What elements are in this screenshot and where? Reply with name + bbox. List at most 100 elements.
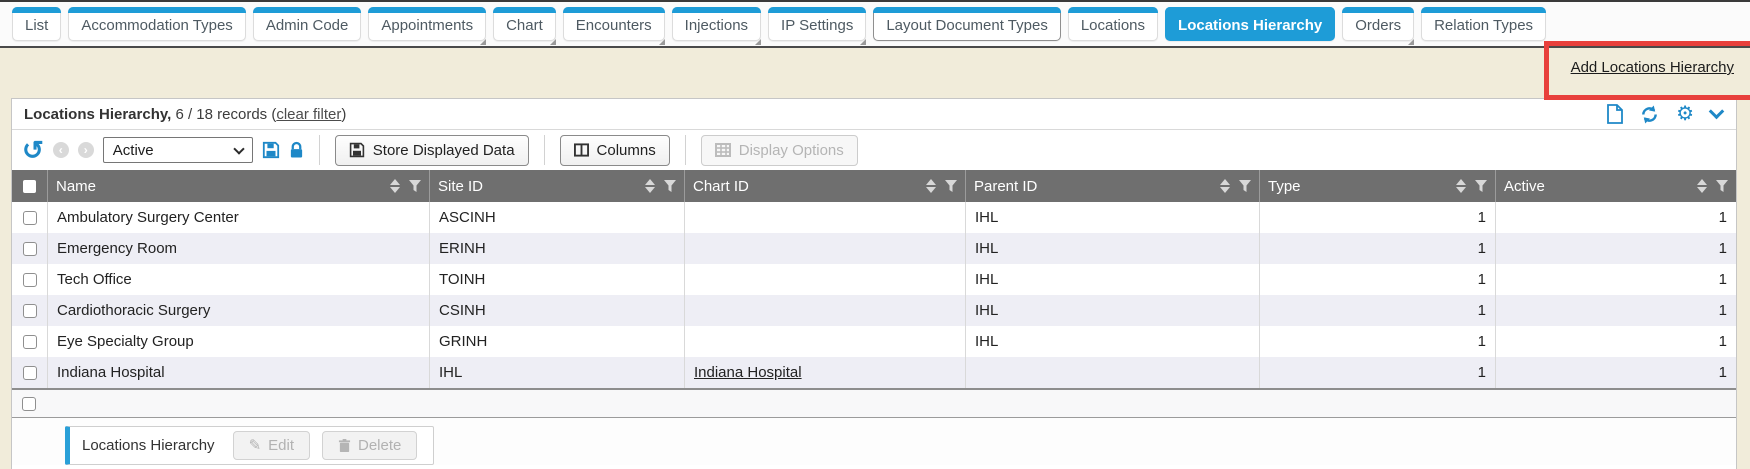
cell-name: Eye Specialty Group <box>48 326 430 357</box>
cell-name: Cardiothoracic Surgery <box>48 295 430 326</box>
cell-name: Indiana Hospital <box>48 357 430 388</box>
tab-locations-hierarchy[interactable]: Locations Hierarchy <box>1165 7 1335 41</box>
tab-encounters[interactable]: Encounters <box>563 7 665 41</box>
filter-funnel-icon[interactable] <box>945 180 957 192</box>
sort-icon[interactable] <box>1456 179 1466 193</box>
next-page-button[interactable]: › <box>78 142 94 158</box>
add-locations-hierarchy-link[interactable]: Add Locations Hierarchy <box>1571 59 1734 76</box>
table-row[interactable]: Eye Specialty Group GRINH IHL 1 1 <box>12 326 1736 357</box>
grid-icon <box>715 143 731 157</box>
table-row[interactable]: Cardiothoracic Surgery CSINH IHL 1 1 <box>12 295 1736 326</box>
previous-page-button[interactable]: ‹ <box>53 142 69 158</box>
tab-label: List <box>25 17 48 34</box>
tab-label: Admin Code <box>266 17 349 34</box>
column-header-site-id[interactable]: Site ID <box>430 170 685 202</box>
cell-chart-id <box>685 326 966 357</box>
submenu-caret-icon <box>860 39 866 45</box>
store-displayed-data-button[interactable]: Store Displayed Data <box>335 135 529 166</box>
cell-parent-id <box>966 357 1260 388</box>
delete-button[interactable]: Delete <box>322 431 417 460</box>
new-record-icon[interactable] <box>1607 104 1623 124</box>
cell-active: 1 <box>1496 233 1736 264</box>
column-header-parent-id[interactable]: Parent ID <box>966 170 1260 202</box>
cell-type: 1 <box>1260 357 1496 388</box>
chevron-down-icon <box>233 143 244 154</box>
row-checkbox[interactable] <box>23 211 37 225</box>
tab-ip-settings[interactable]: IP Settings <box>768 7 866 41</box>
cell-name: Ambulatory Surgery Center <box>48 202 430 233</box>
select-all-checkbox[interactable] <box>23 180 36 193</box>
filter-funnel-icon[interactable] <box>1475 180 1487 192</box>
tab-orders[interactable]: Orders <box>1342 7 1414 41</box>
table-row[interactable]: Tech Office TOINH IHL 1 1 <box>12 264 1736 295</box>
gear-icon[interactable]: ⚙ <box>1676 104 1694 124</box>
chart-id-link[interactable]: Indiana Hospital <box>694 364 802 381</box>
tab-layout-document-types[interactable]: Layout Document Types <box>873 7 1060 41</box>
row-checkbox[interactable] <box>23 242 37 256</box>
undo-icon[interactable]: ↺ <box>22 139 44 161</box>
toolbar-divider <box>319 135 320 165</box>
columns-icon <box>574 143 589 157</box>
sort-icon[interactable] <box>1220 179 1230 193</box>
sort-icon[interactable] <box>1697 179 1707 193</box>
collapse-panel-icon[interactable] <box>1711 111 1722 117</box>
display-options-button[interactable]: Display Options <box>701 135 858 166</box>
row-checkbox[interactable] <box>23 304 37 318</box>
save-icon <box>349 142 365 158</box>
selection-bar-title: Locations Hierarchy <box>82 437 215 454</box>
filter-funnel-icon[interactable] <box>1716 180 1728 192</box>
cell-name: Tech Office <box>48 264 430 295</box>
table-row[interactable]: Emergency Room ERINH IHL 1 1 <box>12 233 1736 264</box>
submenu-caret-icon <box>550 39 556 45</box>
table-row[interactable]: Indiana Hospital IHL Indiana Hospital 1 … <box>12 357 1736 388</box>
tab-label: Relation Types <box>1434 17 1533 34</box>
tab-locations[interactable]: Locations <box>1068 7 1158 41</box>
tab-appointments[interactable]: Appointments <box>368 7 486 41</box>
filter-funnel-icon[interactable] <box>664 180 676 192</box>
tab-relation-types[interactable]: Relation Types <box>1421 7 1546 41</box>
sort-icon[interactable] <box>645 179 655 193</box>
sort-icon[interactable] <box>926 179 936 193</box>
lock-icon[interactable] <box>289 141 304 159</box>
select-all-cell <box>12 170 48 202</box>
tab-label: Appointments <box>381 17 473 34</box>
tab-chart[interactable]: Chart <box>493 7 556 41</box>
column-header-active[interactable]: Active <box>1496 170 1736 202</box>
footer-checkbox[interactable] <box>22 397 36 411</box>
page: List Accommodation Types Admin Code Appo… <box>0 0 1750 469</box>
cell-site-id: TOINH <box>430 264 685 295</box>
tab-list[interactable]: List <box>12 7 61 41</box>
panel-header-icons: ⚙ <box>1607 104 1722 124</box>
cell-parent-id: IHL <box>966 202 1260 233</box>
column-header-type[interactable]: Type <box>1260 170 1496 202</box>
cell-type: 1 <box>1260 264 1496 295</box>
table-row[interactable]: Ambulatory Surgery Center ASCINH IHL 1 1 <box>12 202 1736 233</box>
tab-accommodation-types[interactable]: Accommodation Types <box>68 7 245 41</box>
column-header-chart-id[interactable]: Chart ID <box>685 170 966 202</box>
row-checkbox[interactable] <box>23 366 37 380</box>
save-view-icon[interactable] <box>262 141 280 159</box>
submenu-caret-icon <box>659 39 665 45</box>
tab-label: Layout Document Types <box>886 17 1047 34</box>
cell-name: Emergency Room <box>48 233 430 264</box>
row-checkbox[interactable] <box>23 335 37 349</box>
tab-admin-code[interactable]: Admin Code <box>253 7 362 41</box>
edit-button[interactable]: ✎ Edit <box>233 431 310 460</box>
refresh-icon[interactable] <box>1640 105 1659 124</box>
columns-button[interactable]: Columns <box>560 135 670 166</box>
clear-filter-link[interactable]: clear filter <box>276 106 341 123</box>
table-header-row: Name Site ID Chart ID Parent ID Type Act… <box>12 170 1736 202</box>
tab-label: Injections <box>685 17 748 34</box>
view-filter-value: Active <box>113 142 154 159</box>
column-header-name[interactable]: Name <box>48 170 430 202</box>
filter-funnel-icon[interactable] <box>409 180 421 192</box>
sort-icon[interactable] <box>390 179 400 193</box>
cell-site-id: ERINH <box>430 233 685 264</box>
cell-parent-id: IHL <box>966 295 1260 326</box>
row-checkbox[interactable] <box>23 273 37 287</box>
cell-chart-id <box>685 264 966 295</box>
view-filter-select[interactable]: Active <box>103 137 253 163</box>
filter-funnel-icon[interactable] <box>1239 180 1251 192</box>
tab-injections[interactable]: Injections <box>672 7 761 41</box>
tab-label: Orders <box>1355 17 1401 34</box>
